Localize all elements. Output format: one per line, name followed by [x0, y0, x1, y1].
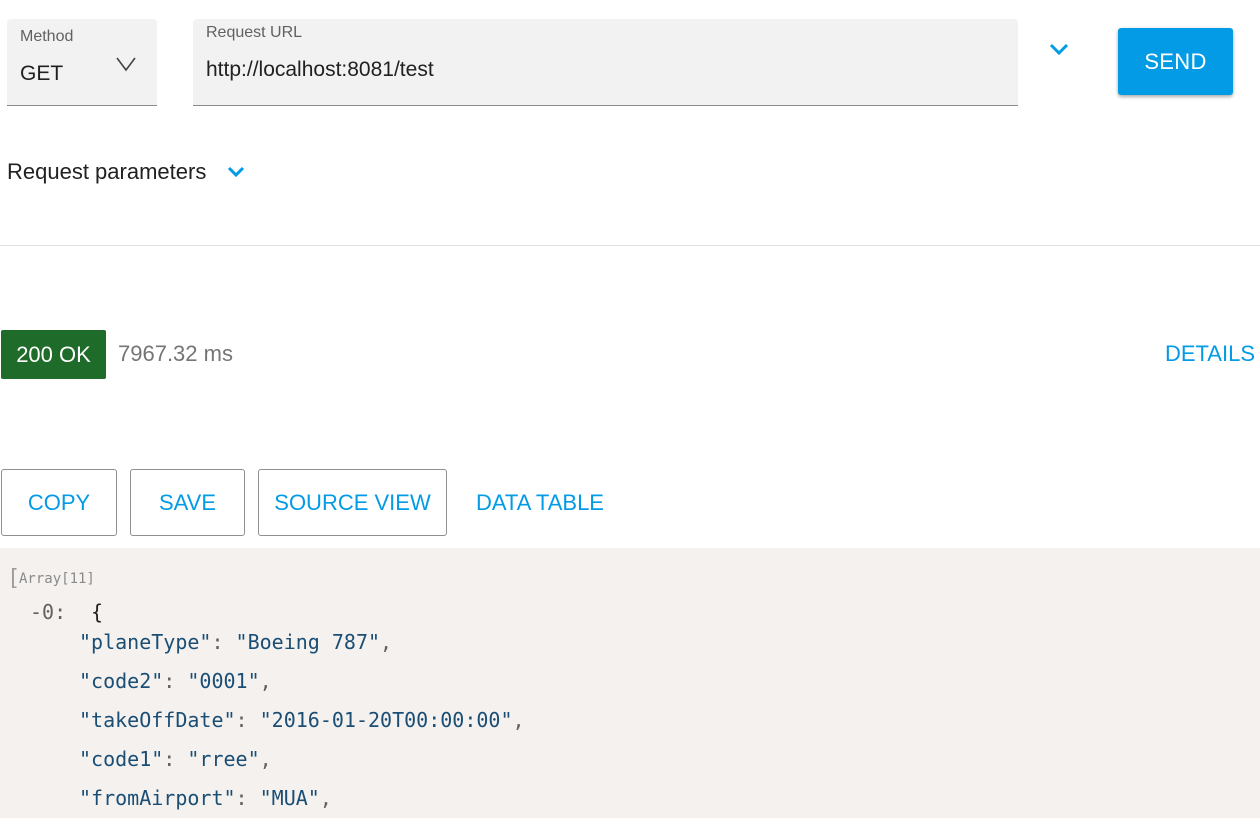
send-button[interactable]: SEND — [1118, 28, 1233, 95]
json-value: "2016-01-20T00:00:00" — [259, 708, 513, 732]
json-key: "fromAirport" — [79, 786, 236, 810]
response-time: 7967.32 ms — [118, 341, 233, 366]
json-line: "fromAirport": "MUA", — [79, 786, 332, 810]
request-parameters-toggle[interactable]: Request parameters — [7, 156, 248, 188]
request-url-label: Request URL — [206, 24, 303, 41]
request-url-input[interactable] — [206, 55, 996, 85]
json-key: "planeType" — [79, 630, 212, 654]
method-label: Method — [20, 28, 74, 45]
save-button[interactable]: SAVE — [130, 469, 245, 536]
status-badge: 200 OK — [1, 330, 106, 379]
json-key: "takeOffDate" — [79, 708, 236, 732]
source-view-button[interactable]: SOURCE VIEW — [258, 469, 447, 536]
json-line: "code2": "0001", — [79, 669, 272, 693]
json-value: "MUA" — [259, 786, 320, 810]
json-line: "takeOffDate": "2016-01-20T00:00:00", — [79, 708, 525, 732]
array-type-label: Array[11] — [19, 571, 95, 587]
json-value: "0001" — [187, 669, 260, 693]
object-open-brace: { — [91, 600, 104, 624]
section-divider — [0, 245, 1260, 246]
item-collapse-toggle[interactable]: -0: — [30, 600, 66, 624]
json-value: "Boeing 787" — [235, 630, 381, 654]
json-key: "code2" — [79, 669, 164, 693]
json-line: "planeType": "Boeing 787", — [79, 630, 393, 654]
json-line: "code1": "rree", — [79, 747, 272, 771]
response-body-viewer: [ Array[11] -0: { "planeType": "Boeing 7… — [0, 548, 1260, 818]
method-value: GET — [20, 62, 64, 85]
request-url-field: Request URL — [193, 19, 1018, 106]
json-key: "code1" — [79, 747, 164, 771]
request-parameters-label: Request parameters — [7, 159, 207, 184]
details-link[interactable]: DETAILS — [1165, 341, 1255, 367]
data-table-button[interactable]: DATA TABLE — [460, 469, 620, 536]
json-value: "rree" — [187, 747, 260, 771]
method-select[interactable]: Method GET — [7, 19, 157, 106]
url-options-chevron-icon[interactable] — [1044, 38, 1074, 62]
copy-button[interactable]: COPY — [1, 469, 117, 536]
chevron-down-icon — [116, 57, 136, 72]
chevron-down-icon — [228, 166, 245, 178]
